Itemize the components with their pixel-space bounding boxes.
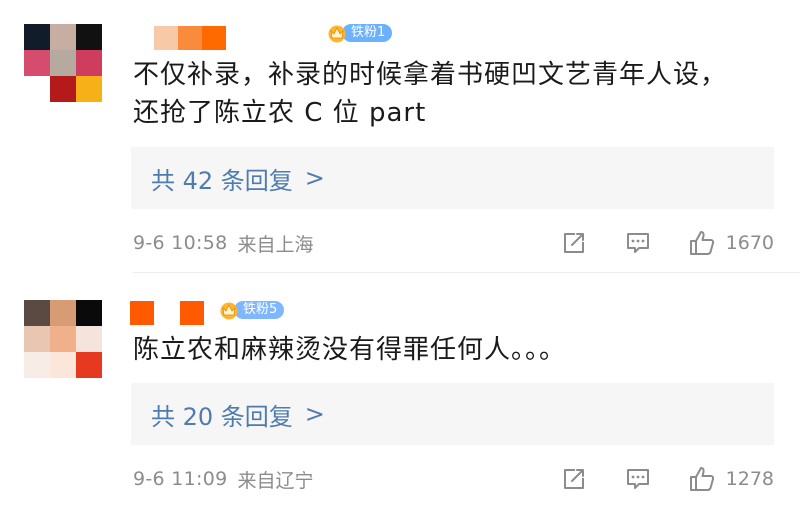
avatar-mosaic-tile	[50, 76, 76, 102]
like-count: 1670	[725, 232, 774, 254]
username-mosaic-block	[130, 301, 154, 325]
thumbs-up-icon[interactable]	[688, 465, 716, 493]
thumbs-up-icon[interactable]	[688, 229, 716, 257]
fan-badge[interactable]: 铁粉5	[218, 300, 285, 320]
avatar-mosaic-tile	[24, 300, 50, 326]
like-count: 1278	[725, 468, 774, 490]
avatar-mosaic-tile	[50, 24, 76, 50]
avatar-mosaic-tile	[76, 352, 102, 378]
avatar-mosaic-tile	[50, 50, 76, 76]
avatar-mosaic-tile	[76, 24, 102, 50]
comment-timestamp: 9-6 11:09	[133, 468, 228, 490]
avatar-mosaic-tile	[24, 76, 50, 102]
replies-count-label: 共 42 条回复	[151, 166, 293, 195]
share-icon[interactable]	[560, 465, 588, 493]
comment-icon[interactable]	[624, 229, 652, 257]
username-mosaic-block	[202, 26, 226, 50]
comment-meta: 9-6 11:09 来自辽宁 1278	[133, 464, 774, 494]
fan-badge[interactable]: 铁粉1	[326, 23, 393, 43]
avatar-mosaic-tile	[24, 24, 50, 50]
crown-icon	[220, 302, 238, 320]
avatar[interactable]	[24, 300, 102, 378]
comment-text-line: 陈立农和麻辣烫没有得罪任何人。。。	[133, 335, 567, 365]
comment-actions: 1670	[560, 228, 774, 258]
comment-actions: 1278	[560, 464, 774, 494]
replies-count-label: 共 20 条回复	[151, 402, 293, 431]
comment-meta: 9-6 10:58 来自上海 1670	[133, 228, 774, 258]
fan-badge-label: 铁粉5	[234, 301, 285, 319]
username-mosaic-block	[180, 301, 204, 325]
comment-location: 来自上海	[237, 233, 314, 256]
username-mosaic-block	[178, 26, 202, 50]
avatar-mosaic-tile	[76, 326, 102, 352]
comment-location: 来自辽宁	[237, 469, 314, 492]
username-mosaic-block	[154, 26, 178, 50]
chevron-right-icon: >	[304, 164, 325, 192]
username-mosaic-block	[154, 301, 180, 325]
avatar-mosaic-tile	[24, 50, 50, 76]
comment-text: 陈立农和麻辣烫没有得罪任何人。。。	[133, 331, 760, 369]
avatar-mosaic-tile	[50, 326, 76, 352]
comment-text-line: 还抢了陈立农 C 位 part	[133, 98, 427, 128]
avatar-mosaic-tile	[24, 326, 50, 352]
comment-text: 不仅补录，补录的时候拿着书硬凹文艺青年人设， 还抢了陈立农 C 位 part	[133, 56, 760, 132]
view-replies-button[interactable]: 共 20 条回复 >	[131, 383, 774, 445]
avatar-mosaic-tile	[24, 352, 50, 378]
avatar-mosaic-tile	[76, 76, 102, 102]
share-icon[interactable]	[560, 229, 588, 257]
avatar-mosaic-tile	[76, 50, 102, 76]
comment-item: 铁粉5 陈立农和麻辣烫没有得罪任何人。。。 共 20 条回复 > 9-6 11:…	[0, 273, 800, 526]
avatar-mosaic-tile	[76, 300, 102, 326]
username-pixelated[interactable]	[130, 26, 226, 50]
username-mosaic-block	[130, 26, 154, 50]
avatar-mosaic-tile	[50, 352, 76, 378]
chevron-right-icon: >	[304, 400, 325, 428]
view-replies-button[interactable]: 共 42 条回复 >	[131, 147, 774, 209]
comment-text-line: 不仅补录，补录的时候拿着书硬凹文艺青年人设，	[133, 60, 728, 90]
crown-icon	[328, 25, 346, 43]
avatar-mosaic-tile	[50, 300, 76, 326]
fan-badge-label: 铁粉1	[342, 24, 393, 42]
comment-item: 铁粉1 不仅补录，补录的时候拿着书硬凹文艺青年人设， 还抢了陈立农 C 位 pa…	[0, 0, 800, 272]
username-pixelated[interactable]	[130, 301, 204, 325]
avatar[interactable]	[24, 24, 102, 102]
comment-icon[interactable]	[624, 465, 652, 493]
comment-timestamp: 9-6 10:58	[133, 232, 228, 254]
